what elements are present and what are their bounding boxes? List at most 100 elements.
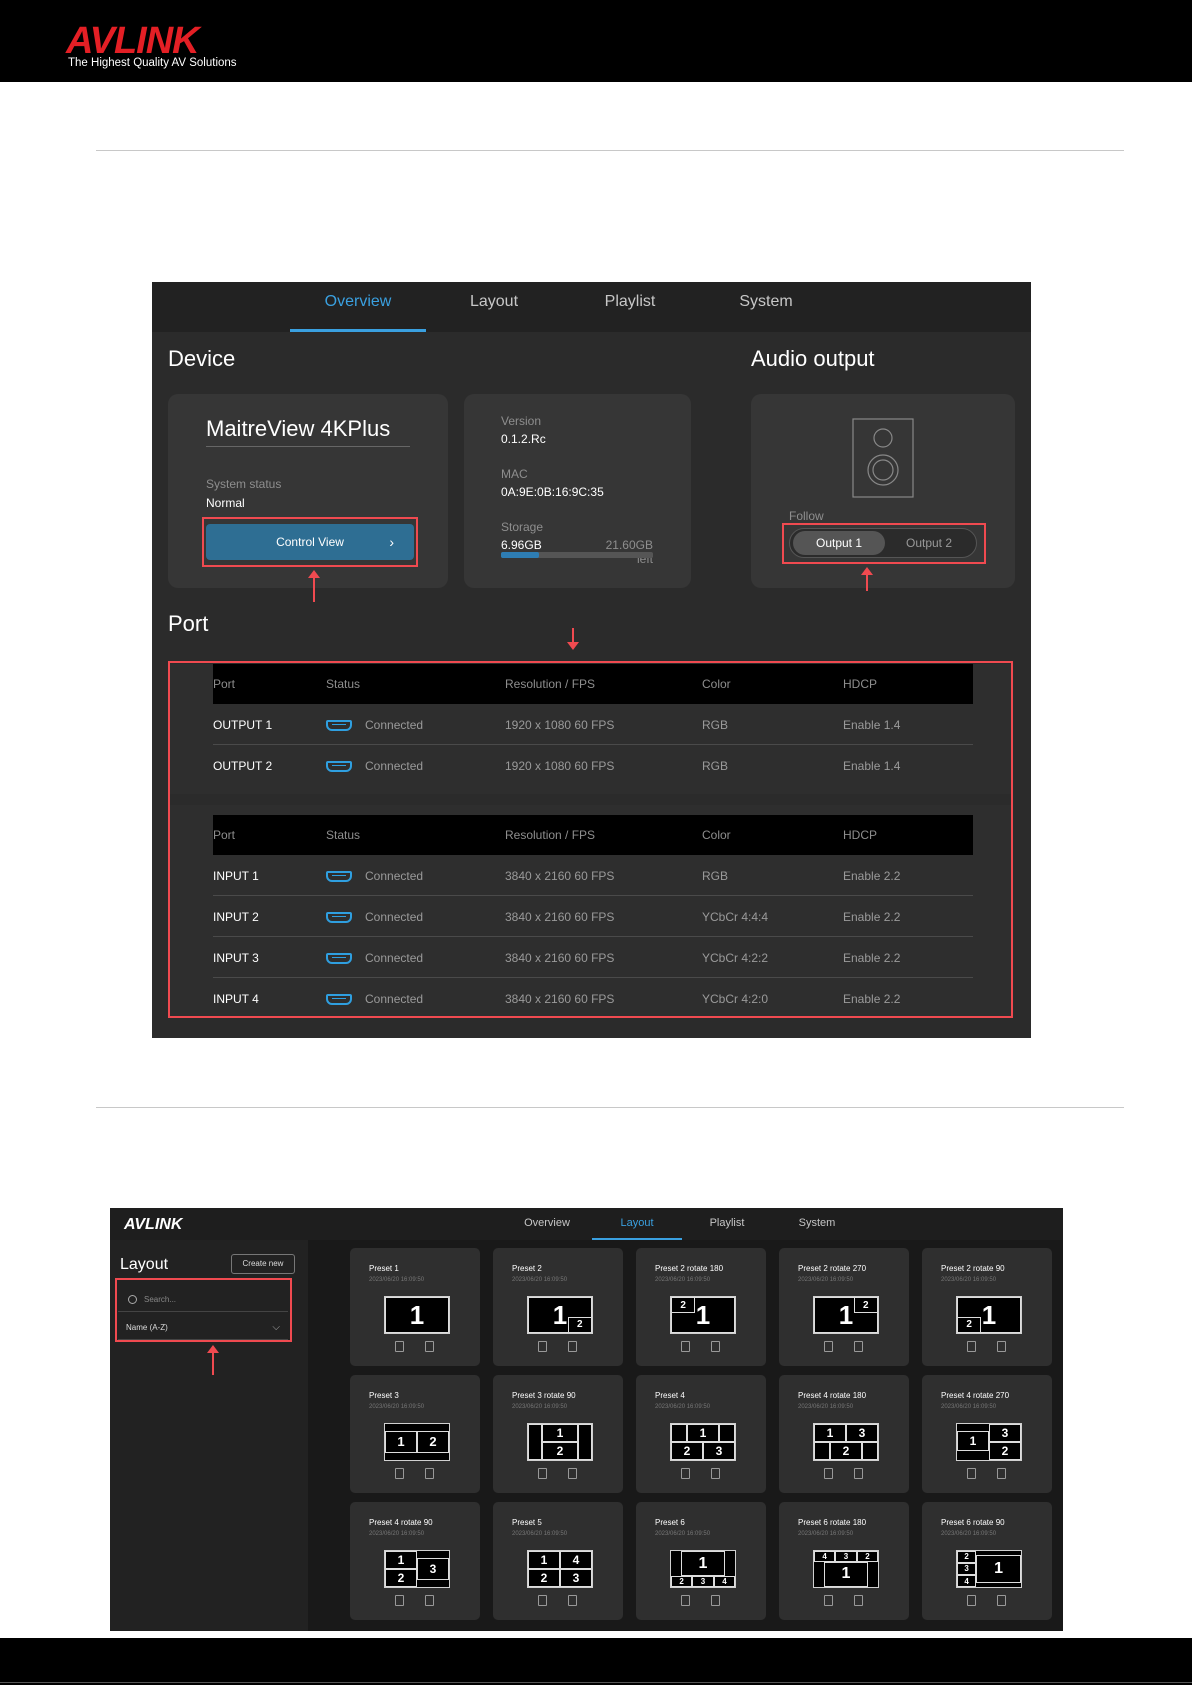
copy-icon[interactable] — [681, 1468, 690, 1479]
delete-icon[interactable] — [711, 1341, 720, 1352]
tab-layout[interactable]: Layout — [426, 282, 562, 332]
layout-cell: 2 — [830, 1442, 862, 1460]
preset-card[interactable]: Preset 6 rotate 90 2023/06/20 16:09:50 1 2 3… — [922, 1502, 1052, 1620]
tab-layout[interactable]: Layout — [592, 1208, 682, 1240]
copy-icon[interactable] — [967, 1595, 976, 1606]
delete-icon[interactable] — [711, 1595, 720, 1606]
layout-cell: 1 — [385, 1431, 417, 1453]
preset-date: 2023/06/20 16:09:50 — [798, 1277, 854, 1283]
delete-icon[interactable] — [568, 1595, 577, 1606]
preset-card[interactable]: Preset 4 rotate 180 2023/06/20 16:09:50 1 3… — [779, 1375, 909, 1493]
delete-icon[interactable] — [568, 1341, 577, 1352]
preset-name: Preset 3 rotate 90 — [512, 1391, 576, 1400]
delete-icon[interactable] — [425, 1595, 434, 1606]
layout-cell: 3 — [957, 1562, 977, 1576]
mac-value: 0A:9E:0B:16:9C:35 — [501, 485, 604, 499]
tab-system[interactable]: System — [772, 1208, 862, 1240]
preset-card[interactable]: Preset 4 rotate 90 2023/06/20 16:09:50 1 2 3 — [350, 1502, 480, 1620]
copy-icon[interactable] — [681, 1595, 690, 1606]
preset-name: Preset 4 rotate 90 — [369, 1518, 433, 1527]
audio-title: Audio output — [751, 346, 875, 371]
preset-card[interactable]: Preset 4 2023/06/20 16:09:50 1 2 3 — [636, 1375, 766, 1493]
delete-icon[interactable] — [997, 1468, 1006, 1479]
layout-cell: 4 — [957, 1575, 977, 1587]
copy-icon[interactable] — [538, 1341, 547, 1352]
preset-card[interactable]: Preset 3 rotate 90 2023/06/20 16:09:50 1 2 — [493, 1375, 623, 1493]
layout-cell: 1 — [824, 1561, 868, 1587]
preset-name: Preset 2 rotate 90 — [941, 1264, 1005, 1273]
copy-icon[interactable] — [967, 1341, 976, 1352]
preset-card[interactable]: Preset 3 2023/06/20 16:09:50 1 2 — [350, 1375, 480, 1493]
preset-card[interactable]: Preset 6 rotate 180 2023/06/20 16:09:50 1 4… — [779, 1502, 909, 1620]
preset-card[interactable]: Preset 6 2023/06/20 16:09:50 1 2 3 4 — [636, 1502, 766, 1620]
copy-icon[interactable] — [967, 1468, 976, 1479]
arrow-up-icon — [861, 567, 873, 591]
layout-cell — [671, 1424, 687, 1442]
highlight-port-tables — [168, 661, 1013, 1018]
copy-icon[interactable] — [538, 1595, 547, 1606]
preset-name: Preset 2 rotate 270 — [798, 1264, 867, 1273]
layout-cell: 1 — [385, 1551, 417, 1569]
preset-date: 2023/06/20 16:09:50 — [512, 1404, 568, 1410]
copy-icon[interactable] — [824, 1595, 833, 1606]
delete-icon[interactable] — [854, 1595, 863, 1606]
tab-playlist[interactable]: Playlist — [682, 1208, 772, 1240]
divider-middle — [96, 1107, 1124, 1108]
status-value: Normal — [206, 496, 245, 510]
layout-title: Layout — [120, 1256, 169, 1273]
tab-overview[interactable]: Overview — [502, 1208, 592, 1240]
preset-date: 2023/06/20 16:09:50 — [655, 1404, 711, 1410]
preset-date: 2023/06/20 16:09:50 — [941, 1277, 997, 1283]
copy-icon[interactable] — [395, 1468, 404, 1479]
preset-card[interactable]: Preset 5 2023/06/20 16:09:50 1 4 2 3 — [493, 1502, 623, 1620]
layout-thumbnail: 123 — [670, 1423, 736, 1461]
copy-icon[interactable] — [538, 1468, 547, 1479]
delete-icon[interactable] — [854, 1468, 863, 1479]
arrow-up-icon — [308, 570, 320, 602]
preset-card[interactable]: Preset 4 rotate 270 2023/06/20 16:09:50 1 3… — [922, 1375, 1052, 1493]
delete-icon[interactable] — [425, 1341, 434, 1352]
speaker-icon — [852, 418, 914, 498]
delete-icon[interactable] — [854, 1341, 863, 1352]
layout-cell — [528, 1424, 543, 1460]
preset-card[interactable]: Preset 2 rotate 90 2023/06/20 16:09:50 1 2 — [922, 1248, 1052, 1366]
preset-name: Preset 6 rotate 90 — [941, 1518, 1005, 1527]
delete-icon[interactable] — [997, 1595, 1006, 1606]
delete-icon[interactable] — [711, 1468, 720, 1479]
preset-date: 2023/06/20 16:09:50 — [369, 1277, 425, 1283]
tab-playlist[interactable]: Playlist — [562, 282, 698, 332]
layout-cell: 2 — [671, 1576, 693, 1587]
layout-cell: 3 — [417, 1558, 449, 1580]
preset-name: Preset 3 — [369, 1391, 399, 1400]
delete-icon[interactable] — [997, 1341, 1006, 1352]
tab-overview[interactable]: Overview — [290, 282, 426, 332]
preset-card[interactable]: Preset 1 2023/06/20 16:09:50 1 — [350, 1248, 480, 1366]
layout-cell: 2 — [385, 1569, 417, 1587]
preset-date: 2023/06/20 16:09:50 — [512, 1531, 568, 1537]
footer-line — [0, 1682, 1192, 1683]
preset-name: Preset 4 — [655, 1391, 685, 1400]
create-new-button[interactable]: Create new — [231, 1254, 295, 1274]
copy-icon[interactable] — [824, 1341, 833, 1352]
tab-system[interactable]: System — [698, 282, 834, 332]
layout-cell: 3 — [835, 1551, 857, 1562]
preset-date: 2023/06/20 16:09:50 — [941, 1404, 997, 1410]
layout-screenshot: AVLINK Overview Layout Playlist System L… — [110, 1208, 1063, 1631]
preset-card[interactable]: Preset 2 rotate 270 2023/06/20 16:09:50 1 2 — [779, 1248, 909, 1366]
layout-thumbnail: 12 — [813, 1296, 879, 1334]
delete-icon[interactable] — [425, 1468, 434, 1479]
mac-label: MAC — [501, 467, 528, 481]
layout-cell: 1 — [542, 1424, 578, 1442]
layout-cell: 1 — [976, 1554, 1021, 1584]
preset-card[interactable]: Preset 2 rotate 180 2023/06/20 16:09:50 1 2 — [636, 1248, 766, 1366]
copy-icon[interactable] — [824, 1468, 833, 1479]
preset-card[interactable]: Preset 2 2023/06/20 16:09:50 1 2 — [493, 1248, 623, 1366]
copy-icon[interactable] — [681, 1341, 690, 1352]
delete-icon[interactable] — [568, 1468, 577, 1479]
layout-cell: 1 — [957, 1431, 989, 1451]
layout-thumbnail: 1234 — [956, 1550, 1022, 1588]
highlight-output-toggle — [782, 523, 986, 564]
copy-icon[interactable] — [395, 1595, 404, 1606]
avlink-logo: AVLINK — [124, 1216, 183, 1233]
copy-icon[interactable] — [395, 1341, 404, 1352]
